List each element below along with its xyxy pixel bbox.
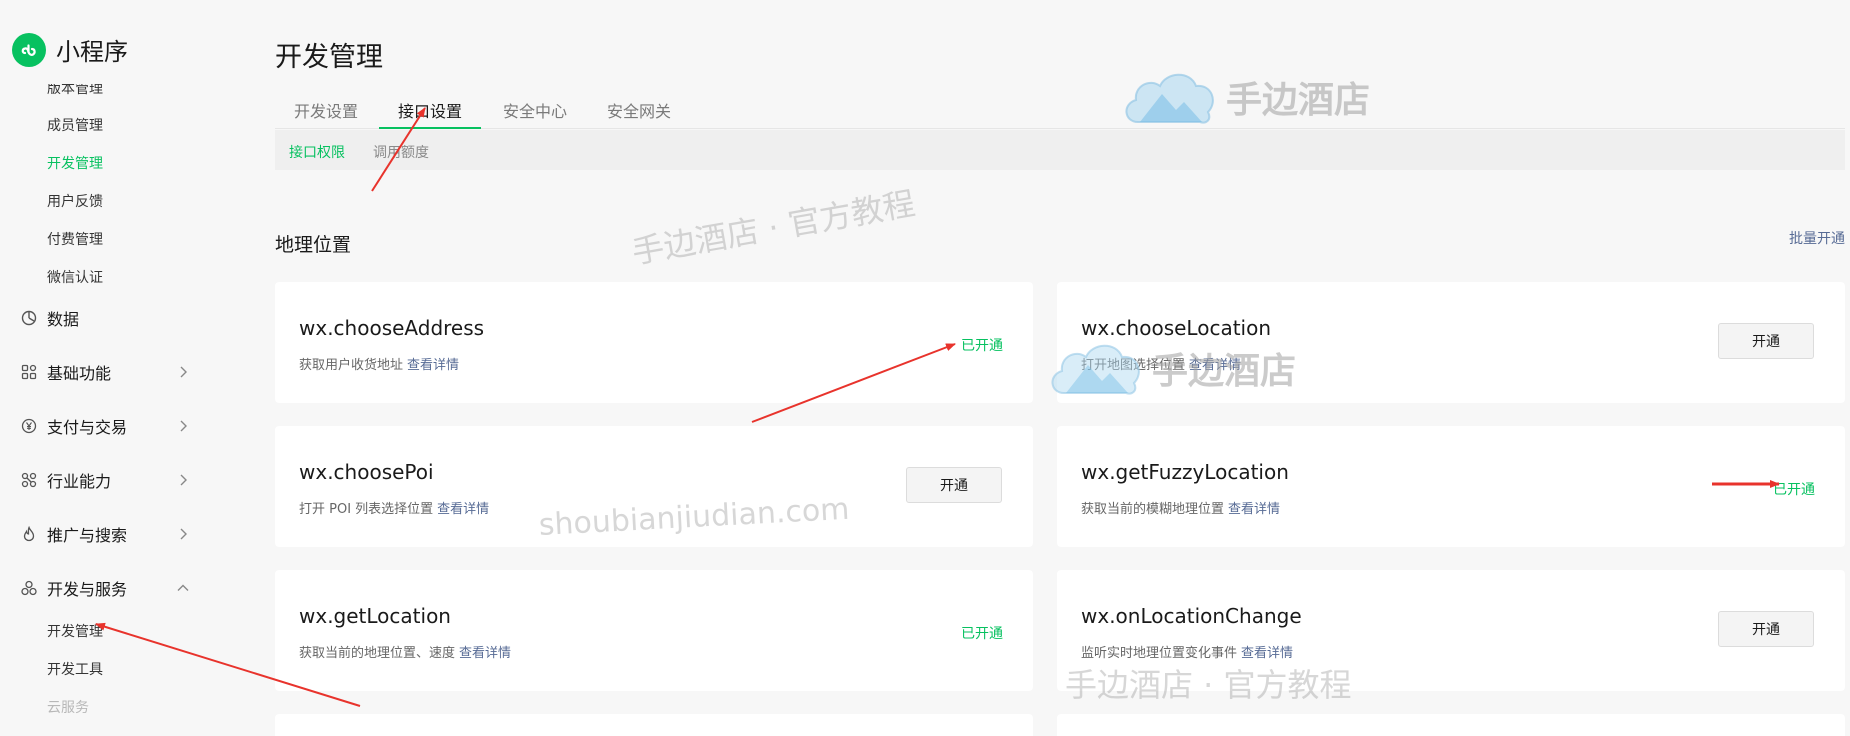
api-name: wx.onLocationChange [1081,604,1302,628]
sidebar-nav-basic[interactable]: 基础功能 [20,359,190,385]
status-enabled: 已开通 [961,338,1003,354]
api-card: wx.choosePoi 打开 POI 列表选择位置 查看详情 开通 [275,426,1033,547]
sidebar-item-members[interactable]: 成员管理 [47,115,103,135]
sidebar-item-verify[interactable]: 微信认证 [47,267,103,287]
sidebar-nav-dev-service[interactable]: 开发与服务 [20,575,190,601]
sidebar: 小程序 版本管理 成员管理 开发管理 用户反馈 付费管理 微信认证 数据 基础功… [0,0,250,736]
chevron-right-icon [180,528,187,540]
tab-security-center[interactable]: 安全中心 [503,98,567,129]
api-card: wx.chooseAddress 获取用户收货地址 查看详情 已开通 [275,282,1033,403]
chevron-right-icon [180,474,187,486]
sidebar-item-billing[interactable]: 付费管理 [47,229,103,249]
sidebar-nav-label: 行业能力 [47,472,112,491]
status-enabled: 已开通 [1773,482,1815,498]
tutorial-watermark: 手边酒店 · 官方教程 [629,184,918,272]
app-title: 小程序 [56,38,128,66]
sidebar-item-dev-manage-2[interactable]: 开发管理 [47,621,103,641]
tab-security-gateway[interactable]: 安全网关 [607,98,671,129]
details-link[interactable]: 查看详情 [1228,502,1280,517]
chevron-up-icon [177,584,189,591]
api-card: wx.getFuzzyLocation 获取当前的模糊地理位置 查看详情 已开通 [1057,426,1845,547]
grid-icon [20,363,38,381]
app-logo[interactable]: 小程序 [12,32,128,67]
api-desc: 获取用户收货地址 查看详情 [299,354,459,373]
page-title: 开发管理 [275,42,383,73]
cluster-icon [20,579,38,597]
subtab-call-quota[interactable]: 调用额度 [373,142,429,162]
api-desc-text: 监听实时地理位置变化事件 [1081,646,1238,661]
details-link[interactable]: 查看详情 [437,502,489,517]
sidebar-item-feedback[interactable]: 用户反馈 [47,191,103,211]
api-name: wx.chooseLocation [1081,316,1272,340]
miniprogram-logo-icon [12,32,46,67]
api-name: wx.getFuzzyLocation [1081,460,1289,484]
api-desc-text: 打开 POI 列表选择位置 [299,502,434,517]
api-desc-text: 获取当前的模糊地理位置 [1081,502,1225,517]
api-name: wx.getLocation [299,604,451,628]
api-card: wx.onLocationChange 监听实时地理位置变化事件 查看详情 开通 [1057,570,1845,691]
sidebar-nav-label: 基础功能 [47,364,112,383]
chart-icon [20,309,38,327]
api-desc: 监听实时地理位置变化事件 查看详情 [1081,642,1293,661]
sidebar-nav-label: 推广与搜索 [47,526,128,545]
sidebar-nav-label: 数据 [47,310,80,329]
api-desc: 打开 POI 列表选择位置 查看详情 [299,498,489,517]
api-desc: 打开地图选择位置 查看详情 [1081,354,1241,373]
sidebar-item-dev-manage[interactable]: 开发管理 [47,153,103,173]
tab-api-settings[interactable]: 接口设置 [379,98,482,129]
sidebar-item-cloud[interactable]: 云服务 [47,697,89,717]
sidebar-nav-label: 支付与交易 [47,418,128,437]
nodes-icon [20,471,38,489]
api-desc: 获取当前的模糊地理位置 查看详情 [1081,498,1280,517]
api-name: wx.chooseAddress [299,316,485,340]
enable-button[interactable]: 开通 [1718,323,1814,359]
api-desc-text: 打开地图选择位置 [1081,358,1186,373]
yen-icon [20,417,38,435]
api-card-partial [275,714,1033,736]
chevron-right-icon [180,366,187,378]
details-link[interactable]: 查看详情 [407,358,459,373]
api-card-partial [1057,714,1845,736]
sidebar-nav-label: 开发与服务 [47,580,128,599]
subtab-api-permission[interactable]: 接口权限 [289,142,345,162]
sidebar-item-version[interactable]: 版本管理 [47,84,103,98]
details-link[interactable]: 查看详情 [1241,646,1293,661]
api-card: wx.getLocation 获取当前的地理位置、速度 查看详情 已开通 [275,570,1033,691]
details-link[interactable]: 查看详情 [459,646,511,661]
api-desc: 获取当前的地理位置、速度 查看详情 [299,642,511,661]
api-desc-text: 获取用户收货地址 [299,358,404,373]
sidebar-nav-payment[interactable]: 支付与交易 [20,413,190,439]
details-link[interactable]: 查看详情 [1189,358,1241,373]
batch-enable-link[interactable]: 批量开通 [1789,228,1845,248]
subtab-bar: 接口权限 调用额度 [275,130,1845,170]
tab-dev-settings[interactable]: 开发设置 [294,98,358,129]
enable-button[interactable]: 开通 [1718,611,1814,647]
enable-button[interactable]: 开通 [906,467,1002,503]
section-title: 地理位置 [275,234,352,256]
tab-bar: 开发设置 接口设置 安全中心 安全网关 [275,95,1845,129]
api-desc-text: 获取当前的地理位置、速度 [299,646,456,661]
api-card: wx.chooseLocation 打开地图选择位置 查看详情 开通 [1057,282,1845,403]
api-name: wx.choosePoi [299,460,434,484]
chevron-right-icon [180,420,187,432]
sidebar-nav-promotion[interactable]: 推广与搜索 [20,521,190,547]
sidebar-nav-data[interactable]: 数据 [20,305,190,331]
flame-icon [20,525,38,543]
sidebar-item-dev-tools[interactable]: 开发工具 [47,659,103,679]
status-enabled: 已开通 [961,626,1003,642]
sidebar-nav-industry[interactable]: 行业能力 [20,467,190,493]
